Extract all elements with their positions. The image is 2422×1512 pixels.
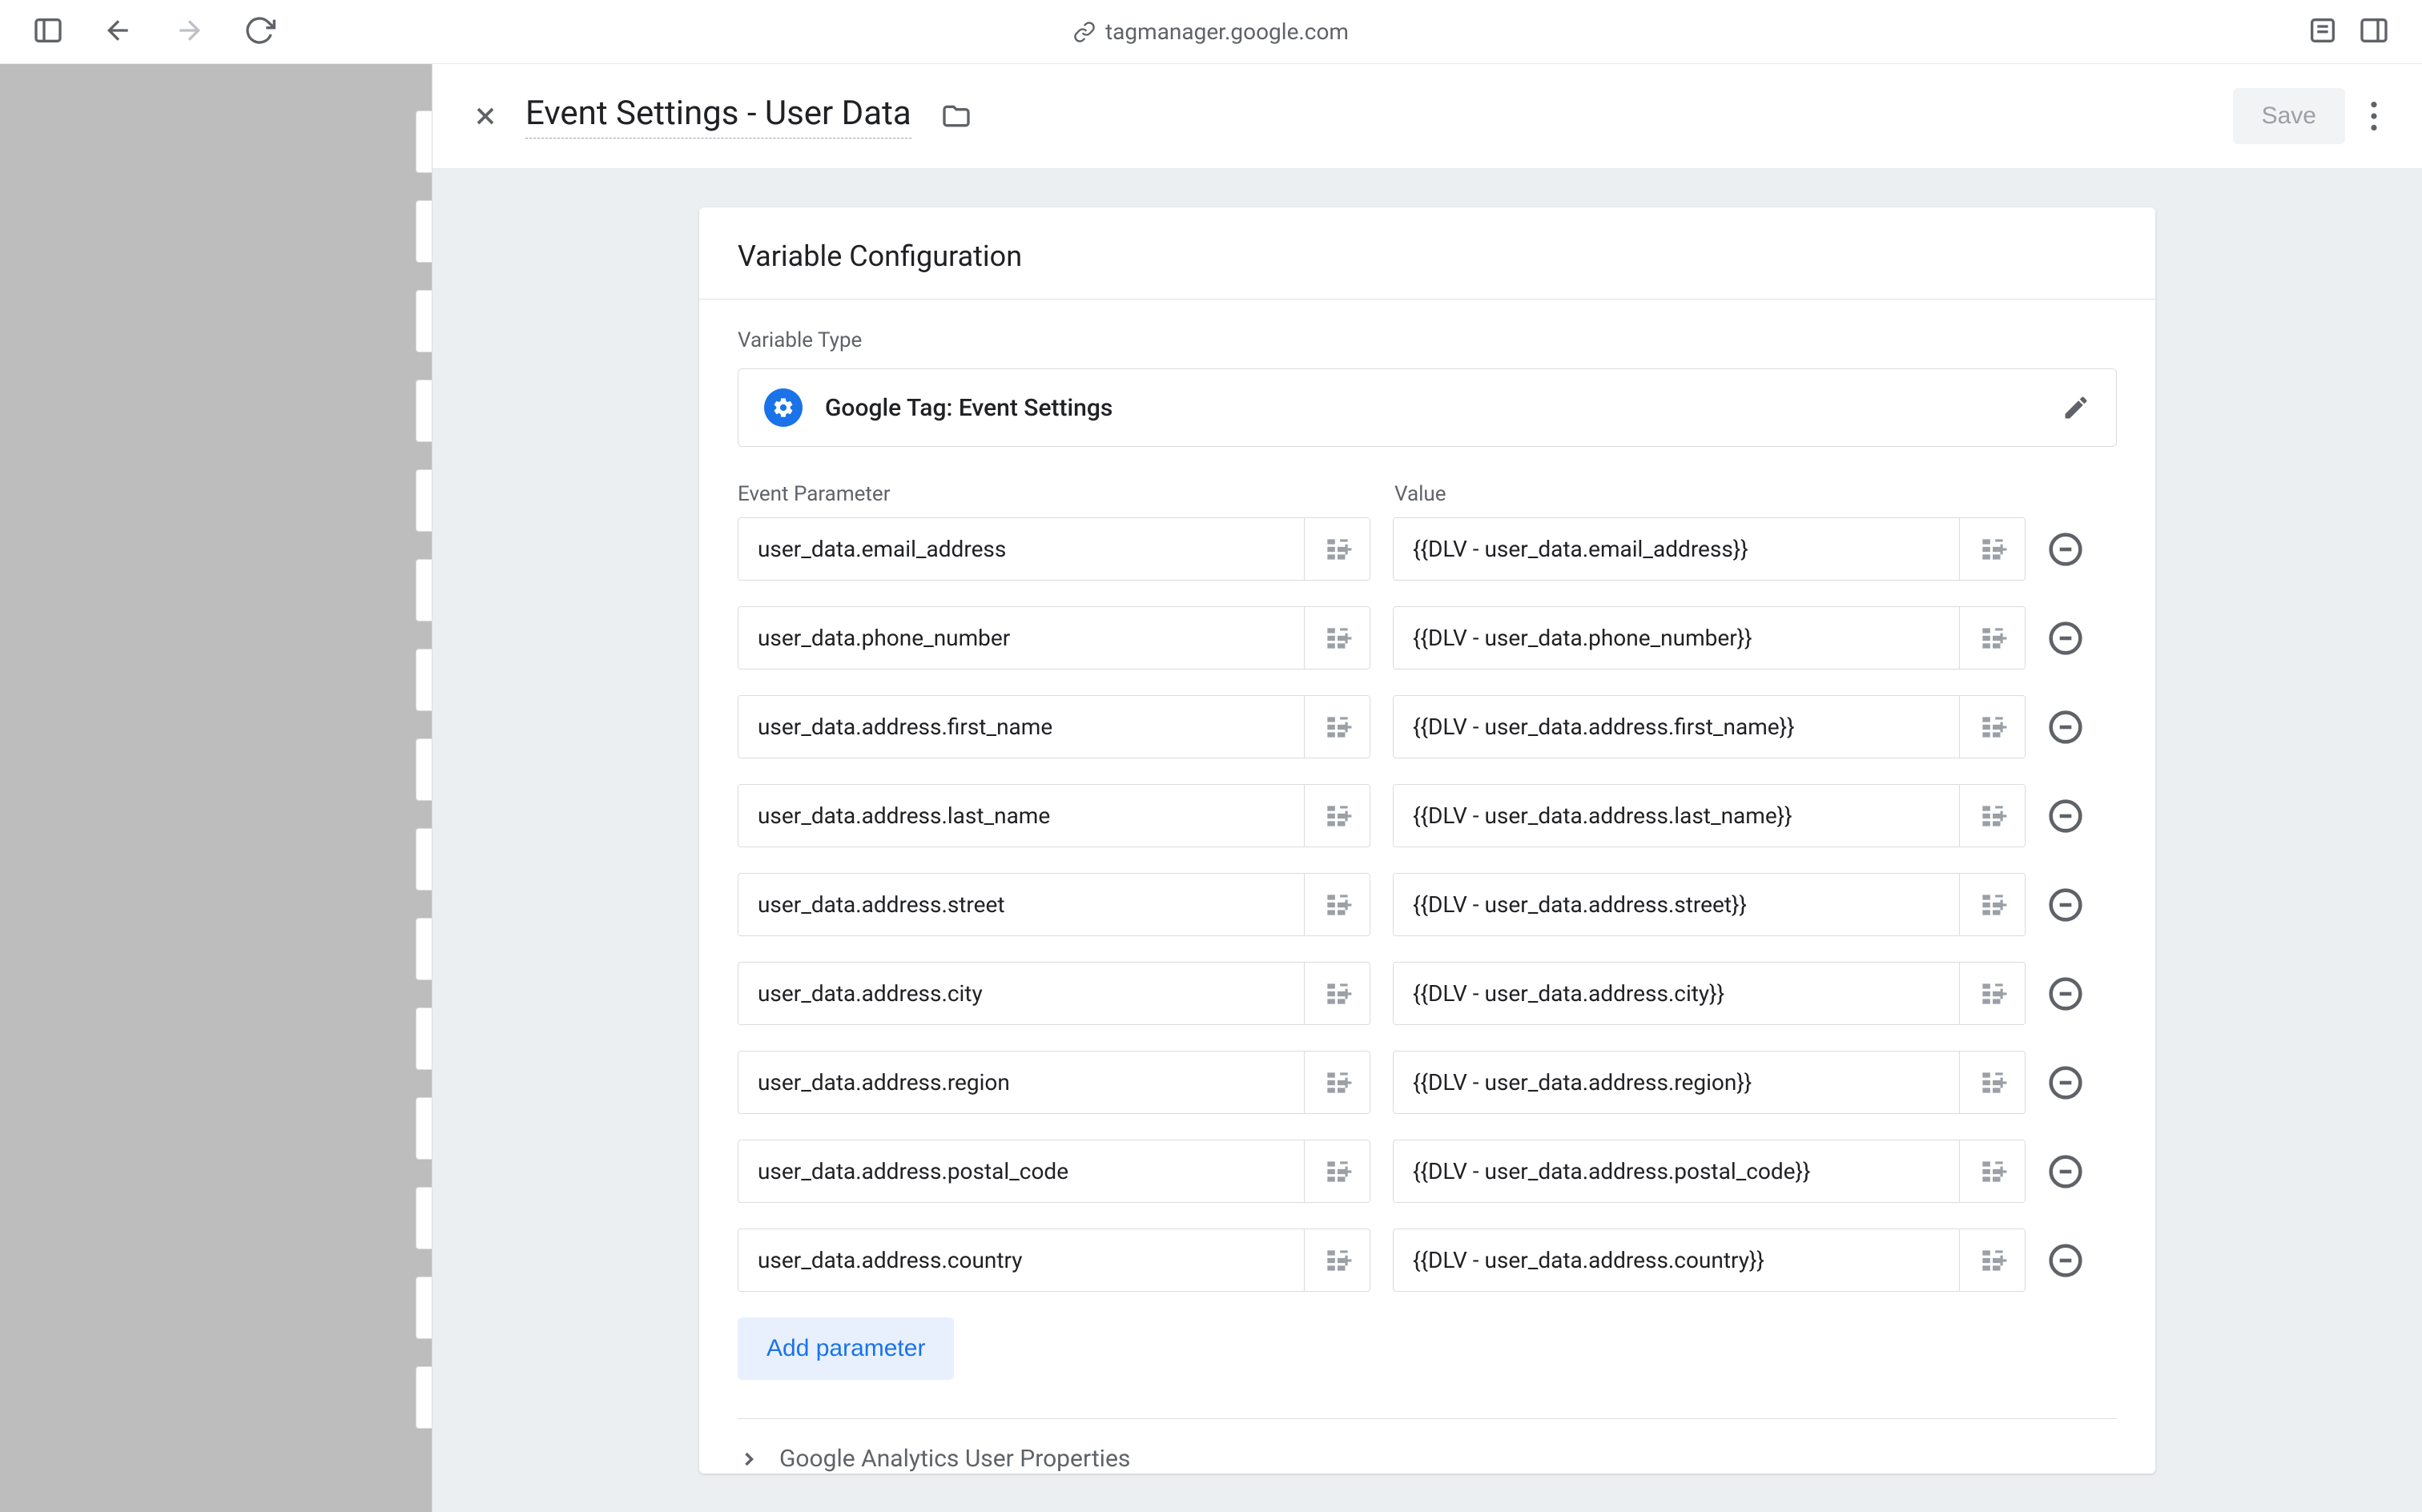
parameter-value-input[interactable]: [1394, 607, 1959, 669]
remove-row-icon[interactable]: [2048, 976, 2083, 1011]
folder-icon[interactable]: [940, 100, 972, 132]
remove-row-icon[interactable]: [2048, 621, 2083, 656]
more-menu-icon[interactable]: [2364, 95, 2384, 137]
parameter-value-input[interactable]: [1394, 785, 1959, 846]
user-properties-section[interactable]: Google Analytics User Properties: [738, 1418, 2117, 1473]
remove-row-icon[interactable]: [2048, 798, 2083, 834]
parameter-row: [738, 695, 2117, 758]
parameter-name-input[interactable]: [738, 785, 1304, 846]
parameter-name-input[interactable]: [738, 518, 1304, 580]
parameter-row: [738, 784, 2117, 847]
panel-header: Event Settings - User Data Save: [432, 64, 2422, 169]
variable-picker-icon[interactable]: [1304, 696, 1370, 758]
reader-icon[interactable]: [2307, 14, 2339, 50]
remove-row-icon[interactable]: [2048, 887, 2083, 923]
parameter-name-input[interactable]: [738, 963, 1304, 1024]
variable-picker-icon[interactable]: [1959, 785, 2025, 846]
panels-icon[interactable]: [2358, 14, 2390, 50]
variable-picker-icon[interactable]: [1304, 1229, 1370, 1291]
variable-picker-icon[interactable]: [1959, 963, 2025, 1024]
add-parameter-button[interactable]: Add parameter: [738, 1317, 954, 1380]
card-title: Variable Configuration: [699, 207, 2155, 300]
variable-picker-icon[interactable]: [1959, 1229, 2025, 1291]
parameter-name-input[interactable]: [738, 607, 1304, 669]
parameter-row: [738, 962, 2117, 1025]
variable-picker-icon[interactable]: [1304, 963, 1370, 1024]
variable-picker-icon[interactable]: [1304, 518, 1370, 580]
close-button[interactable]: [471, 102, 500, 131]
parameter-value-input[interactable]: [1394, 963, 1959, 1024]
user-properties-label: Google Analytics User Properties: [779, 1445, 1130, 1473]
parameter-row: [738, 1140, 2117, 1203]
parameter-value-input[interactable]: [1394, 696, 1959, 758]
background-dim: [0, 64, 432, 1512]
parameter-row: [738, 517, 2117, 581]
parameter-row: [738, 1228, 2117, 1292]
parameter-row: [738, 606, 2117, 670]
variable-picker-icon[interactable]: [1959, 1140, 2025, 1202]
variable-type-value: Google Tag: Event Settings: [825, 394, 1112, 422]
variable-picker-icon[interactable]: [1959, 607, 2025, 669]
parameter-name-input[interactable]: [738, 874, 1304, 935]
address-bar[interactable]: tagmanager.google.com: [1073, 18, 1349, 45]
parameter-value-input[interactable]: [1394, 518, 1959, 580]
variable-picker-icon[interactable]: [1959, 1052, 2025, 1113]
parameter-value-input[interactable]: [1394, 1229, 1959, 1291]
parameter-row: [738, 873, 2117, 936]
parameter-name-input[interactable]: [738, 1052, 1304, 1113]
config-card: Variable Configuration Variable Type Goo…: [699, 207, 2155, 1474]
column-value-label: Value: [1394, 482, 1446, 506]
reload-icon[interactable]: [243, 14, 276, 50]
variable-picker-icon[interactable]: [1304, 785, 1370, 846]
remove-row-icon[interactable]: [2048, 710, 2083, 745]
parameter-name-input[interactable]: [738, 696, 1304, 758]
remove-row-icon[interactable]: [2048, 532, 2083, 567]
slide-over-panel: Event Settings - User Data Save Variable…: [432, 64, 2422, 1512]
column-param-label: Event Parameter: [738, 482, 1370, 506]
remove-row-icon[interactable]: [2048, 1154, 2083, 1189]
variable-picker-icon[interactable]: [1304, 607, 1370, 669]
url-text: tagmanager.google.com: [1105, 18, 1349, 45]
variable-picker-icon[interactable]: [1959, 696, 2025, 758]
variable-picker-icon[interactable]: [1959, 874, 2025, 935]
forward-icon: [173, 14, 205, 50]
gear-icon: [764, 388, 803, 427]
chevron-right-icon: [738, 1448, 760, 1470]
variable-picker-icon[interactable]: [1304, 1052, 1370, 1113]
save-button[interactable]: Save: [2233, 88, 2345, 144]
edit-icon[interactable]: [2062, 393, 2090, 422]
parameter-name-input[interactable]: [738, 1229, 1304, 1291]
back-icon[interactable]: [103, 14, 135, 50]
variable-name-input[interactable]: Event Settings - User Data: [525, 94, 911, 139]
browser-chrome: tagmanager.google.com: [0, 0, 2422, 64]
parameter-name-input[interactable]: [738, 1140, 1304, 1202]
parameter-value-input[interactable]: [1394, 1052, 1959, 1113]
variable-picker-icon[interactable]: [1304, 1140, 1370, 1202]
parameter-value-input[interactable]: [1394, 874, 1959, 935]
remove-row-icon[interactable]: [2048, 1243, 2083, 1278]
remove-row-icon[interactable]: [2048, 1065, 2083, 1100]
variable-type-label: Variable Type: [738, 328, 2117, 352]
variable-type-row[interactable]: Google Tag: Event Settings: [738, 368, 2117, 447]
variable-picker-icon[interactable]: [1304, 874, 1370, 935]
parameter-row: [738, 1051, 2117, 1114]
variable-picker-icon[interactable]: [1959, 518, 2025, 580]
parameter-value-input[interactable]: [1394, 1140, 1959, 1202]
sidebar-toggle-icon[interactable]: [32, 14, 64, 50]
